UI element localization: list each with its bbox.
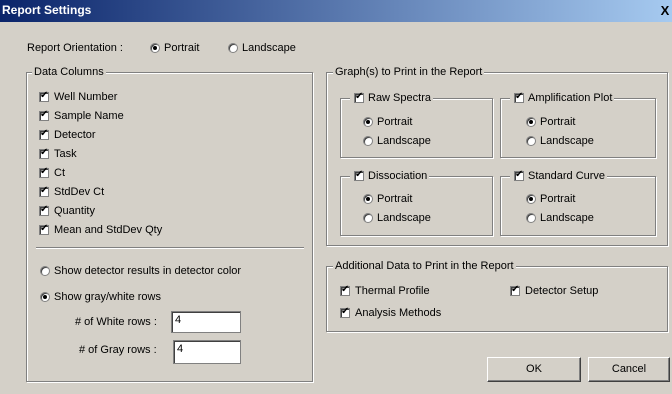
- well-number-label: Well Number: [54, 91, 118, 103]
- thermal-profile-checkbox[interactable]: [340, 284, 350, 296]
- report-orientation-label: Report Orientation :: [27, 42, 123, 54]
- ok-button[interactable]: OK: [487, 357, 581, 382]
- dissociation-group: [340, 176, 493, 236]
- amplification-group: [500, 98, 656, 158]
- orientation-landscape-radio[interactable]: [228, 43, 238, 53]
- orientation-portrait-label: Portrait: [164, 42, 200, 54]
- mean-stddev-qty-checkbox[interactable]: [39, 223, 49, 235]
- gray-white-rows-radio[interactable]: [40, 292, 50, 302]
- task-label: Task: [54, 148, 77, 160]
- standard-curve-label: Standard Curve: [528, 170, 606, 182]
- cancel-button[interactable]: Cancel: [588, 357, 670, 382]
- detector-setup-label: Detector Setup: [525, 285, 599, 297]
- dissociation-landscape-radio[interactable]: [363, 213, 373, 223]
- amplification-landscape-label: Landscape: [540, 135, 594, 147]
- standard-curve-landscape-label: Landscape: [540, 212, 594, 224]
- stddev-ct-checkbox[interactable]: [39, 185, 49, 197]
- orientation-landscape-label: Landscape: [242, 42, 296, 54]
- amplification-label: Amplification Plot: [528, 92, 613, 104]
- additional-data-group: [326, 266, 668, 332]
- standard-curve-landscape-radio[interactable]: [526, 213, 536, 223]
- sample-name-checkbox[interactable]: [39, 109, 49, 121]
- quantity-checkbox[interactable]: [39, 204, 49, 216]
- standard-curve-checkbox[interactable]: [514, 169, 524, 182]
- raw-spectra-label: Raw Spectra: [368, 92, 431, 104]
- thermal-profile-label: Thermal Profile: [355, 285, 430, 297]
- ct-checkbox[interactable]: [39, 166, 49, 178]
- detector-checkbox[interactable]: [39, 128, 49, 140]
- task-checkbox[interactable]: [39, 147, 49, 159]
- standard-curve-portrait-label: Portrait: [540, 193, 576, 205]
- analysis-methods-checkbox[interactable]: [340, 306, 350, 318]
- close-icon[interactable]: X: [658, 3, 672, 18]
- raw-spectra-portrait-radio[interactable]: [363, 117, 373, 127]
- graphs-title: Graph(s) to Print in the Report: [333, 66, 485, 78]
- standard-curve-group: [500, 176, 656, 236]
- white-rows-label: # of White rows :: [75, 316, 157, 328]
- analysis-methods-label: Analysis Methods: [355, 307, 442, 319]
- dissociation-header: Dissociation: [350, 169, 430, 182]
- detector-setup-checkbox[interactable]: [510, 284, 520, 296]
- stddev-ct-label: StdDev Ct: [54, 186, 105, 198]
- data-columns-title: Data Columns: [32, 66, 106, 78]
- well-number-checkbox[interactable]: [39, 90, 49, 102]
- raw-spectra-landscape-radio[interactable]: [363, 136, 373, 146]
- standard-curve-portrait-radio[interactable]: [526, 194, 536, 204]
- raw-spectra-landscape-label: Landscape: [377, 135, 431, 147]
- gray-white-rows-label: Show gray/white rows: [54, 291, 161, 303]
- detector-color-radio[interactable]: [40, 266, 50, 276]
- amplification-checkbox[interactable]: [514, 91, 524, 104]
- gray-rows-label: # of Gray rows :: [79, 344, 157, 356]
- dissociation-landscape-label: Landscape: [377, 212, 431, 224]
- ct-label: Ct: [54, 167, 65, 179]
- raw-spectra-portrait-label: Portrait: [377, 116, 413, 128]
- dissociation-portrait-radio[interactable]: [363, 194, 373, 204]
- title-bar: Report Settings X: [0, 0, 672, 22]
- amplification-landscape-radio[interactable]: [526, 136, 536, 146]
- white-rows-input[interactable]: 4: [171, 311, 241, 333]
- dissociation-checkbox[interactable]: [354, 169, 364, 182]
- raw-spectra-header: Raw Spectra: [350, 91, 433, 104]
- orientation-portrait-radio[interactable]: [150, 43, 160, 53]
- detector-label: Detector: [54, 129, 96, 141]
- amplification-portrait-radio[interactable]: [526, 117, 536, 127]
- data-columns-divider: [36, 247, 304, 249]
- gray-rows-input[interactable]: 4: [173, 340, 241, 364]
- raw-spectra-checkbox[interactable]: [354, 91, 364, 104]
- additional-data-title: Additional Data to Print in the Report: [333, 260, 516, 272]
- sample-name-label: Sample Name: [54, 110, 124, 122]
- amplification-header: Amplification Plot: [510, 91, 615, 104]
- mean-stddev-qty-label: Mean and StdDev Qty: [54, 224, 163, 236]
- quantity-label: Quantity: [54, 205, 95, 217]
- detector-color-label: Show detector results in detector color: [54, 265, 242, 277]
- raw-spectra-group: [340, 98, 493, 158]
- window-title: Report Settings: [2, 3, 92, 17]
- dissociation-label: Dissociation: [368, 170, 428, 182]
- standard-curve-header: Standard Curve: [510, 169, 608, 182]
- dissociation-portrait-label: Portrait: [377, 193, 413, 205]
- amplification-portrait-label: Portrait: [540, 116, 576, 128]
